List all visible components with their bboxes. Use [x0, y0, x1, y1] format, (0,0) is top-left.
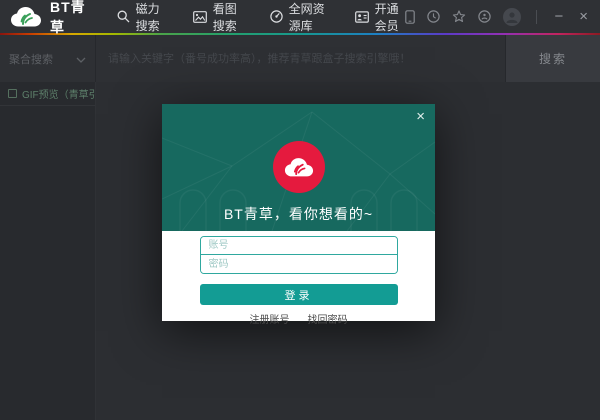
circled-dot-icon[interactable]: [478, 10, 492, 23]
nav-label: 开通会员: [374, 1, 399, 33]
minimize-button[interactable]: −: [552, 9, 565, 24]
login-modal: × BT青草，看你想看的~ 登录 注册账号 找回: [162, 104, 435, 326]
search-bar: 聚合搜索 搜索: [0, 35, 600, 82]
engine-dropdown[interactable]: 聚合搜索: [0, 35, 96, 82]
app-title: BT青草: [50, 0, 86, 35]
nav-resource-library[interactable]: 全网资源库: [269, 0, 329, 34]
modal-title: BT青草，看你想看的~: [223, 206, 374, 222]
star-icon[interactable]: [452, 10, 466, 23]
gif-preview-toggle[interactable]: GIF预览（青草引擎）: [0, 82, 119, 106]
engine-dropdown-label: 聚合搜索: [9, 53, 53, 66]
avatar[interactable]: [503, 7, 522, 26]
recover-password-link[interactable]: 找回密码: [308, 311, 348, 326]
modal-close-icon[interactable]: ×: [416, 109, 425, 124]
login-modal-body: 登录 注册账号 找回密码: [162, 231, 435, 326]
nav-image-search[interactable]: 看图搜索: [192, 0, 244, 34]
titlebar-status-icons: − ×: [405, 7, 590, 26]
sidebar: GIF预览（青草引擎）: [0, 82, 119, 420]
credentials-group: [199, 236, 398, 274]
id-card-icon: [354, 10, 369, 23]
phone-icon[interactable]: [405, 9, 416, 24]
gif-preview-checkbox[interactable]: [8, 89, 17, 98]
login-form: 登录 注册账号 找回密码: [199, 236, 398, 326]
password-field[interactable]: [200, 255, 397, 273]
search-input-wrap: [96, 35, 505, 82]
compass-icon: [269, 10, 283, 23]
nav-label: 全网资源库: [288, 1, 325, 33]
titlebar-divider: [536, 9, 538, 24]
nav-label: 磁力搜索: [135, 1, 160, 33]
app-window: BT青草 磁力搜索 看图搜索 全网资源库 开通会员 − × 聚合搜索 请输入关键…: [0, 0, 600, 420]
nav-open-membership[interactable]: 开通会员: [354, 0, 406, 34]
brand-cloud-leaf-icon: [272, 141, 325, 193]
login-links: 注册账号 找回密码: [200, 311, 398, 326]
chevron-down-icon: [76, 50, 86, 68]
account-field[interactable]: [200, 237, 397, 255]
titlebar: BT青草 磁力搜索 看图搜索 全网资源库 开通会员 − ×: [0, 0, 600, 35]
login-modal-header: × BT青草，看你想看的~: [162, 104, 435, 231]
search-button[interactable]: 搜索: [505, 35, 600, 82]
picture-icon: [192, 10, 207, 23]
search-input[interactable]: [106, 51, 495, 66]
main-nav: 磁力搜索 看图搜索 全网资源库 开通会员: [117, 0, 406, 34]
app-logo-cloud-leaf-icon: [10, 6, 42, 28]
login-button[interactable]: 登录: [199, 284, 398, 305]
nav-magnet-search[interactable]: 磁力搜索: [117, 0, 167, 34]
clock-icon[interactable]: [427, 10, 441, 23]
nav-label: 看图搜索: [212, 1, 237, 33]
magnifier-icon: [117, 10, 130, 23]
register-link[interactable]: 注册账号: [250, 311, 290, 326]
close-button[interactable]: ×: [577, 9, 590, 24]
